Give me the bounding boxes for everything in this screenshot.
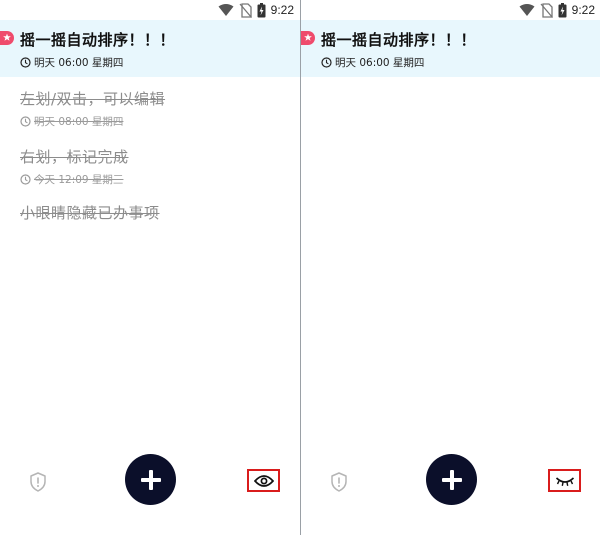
add-task-button[interactable] [426,454,477,505]
toggle-completed-visibility-button[interactable] [247,469,280,492]
status-bar: 9:22 [0,0,300,20]
task-due: 明天 06:00 星期四 [321,55,424,70]
eye-open-icon [253,474,274,487]
completed-task[interactable]: 右划，标记完成 今天 12:09 星期三 [0,142,300,194]
no-sim-icon [239,2,252,18]
battery-charging-icon [558,2,567,17]
task-title: 小眼睛隐藏已办事项 [20,204,160,222]
task-title: 摇一摇自动排序！！！ [20,31,176,49]
bottom-toolbar [301,452,600,512]
task-due: 今天 12:09 星期三 [20,172,123,187]
eye-closed-icon [555,476,574,486]
star-badge-icon [0,31,14,45]
plus-icon [441,469,462,490]
shield-alert-icon[interactable] [29,472,47,492]
shield-alert-icon[interactable] [330,472,348,492]
clock-icon [20,116,31,127]
toggle-completed-visibility-button[interactable] [548,469,581,492]
clock-icon [321,57,332,68]
status-time: 9:22 [571,3,595,17]
plus-icon [140,469,161,490]
clock-icon [20,174,31,185]
completed-task[interactable]: 小眼睛隐藏已办事项 [0,200,300,228]
battery-charging-icon [257,2,266,17]
star-badge-icon [301,31,315,45]
bottom-toolbar [0,452,300,512]
status-time: 9:22 [270,3,294,17]
task-title: 摇一摇自动排序！！！ [321,31,477,49]
wifi-icon [519,4,535,16]
no-sim-icon [540,2,553,18]
pinned-task[interactable]: 摇一摇自动排序！！！ 明天 06:00 星期四 [0,20,300,77]
left-screen: 9:22 摇一摇自动排序！！！ 明天 06:00 星期四 左划/双击，可以编辑 … [0,0,300,535]
task-due: 明天 08:00 星期四 [20,114,123,129]
add-task-button[interactable] [125,454,176,505]
clock-icon [20,57,31,68]
completed-task[interactable]: 左划/双击，可以编辑 明天 08:00 星期四 [0,84,300,136]
status-bar: 9:22 [301,0,600,20]
task-due: 明天 06:00 星期四 [20,55,123,70]
right-screen: 9:22 摇一摇自动排序！！！ 明天 06:00 星期四 [301,0,600,535]
task-title: 左划/双击，可以编辑 [20,90,166,108]
task-title: 右划，标记完成 [20,148,129,166]
wifi-icon [218,4,234,16]
pinned-task[interactable]: 摇一摇自动排序！！！ 明天 06:00 星期四 [301,20,600,77]
